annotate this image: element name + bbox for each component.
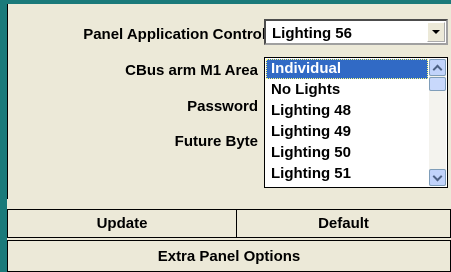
scrollbar-thumb[interactable] [429,77,446,91]
update-button[interactable]: Update [7,209,237,238]
chevron-down-icon [432,171,443,181]
panel-application-control-label: Panel Application Control [83,26,266,43]
password-label: Password [187,98,258,115]
chevron-up-icon [432,64,443,74]
list-item[interactable]: No Lights [266,80,428,100]
combo-dropdown-button[interactable] [427,22,445,42]
scroll-up-button[interactable] [429,59,446,76]
dropdown-list[interactable]: Individual No Lights Lighting 48 Lightin… [264,57,448,188]
list-item[interactable]: Lighting 51 [266,164,428,184]
triangle-down-icon [432,30,440,34]
extra-panel-options-button[interactable]: Extra Panel Options [7,240,451,272]
dropdown-scrollbar[interactable] [429,59,446,186]
list-item[interactable]: Lighting 49 [266,122,428,142]
default-button[interactable]: Default [236,209,451,238]
panel-application-combo[interactable]: Lighting 56 [264,19,448,45]
combo-selected-value: Lighting 56 [272,25,352,42]
list-item[interactable]: Lighting 50 [266,143,428,163]
future-byte-label: Future Byte [174,133,258,150]
list-item[interactable]: Lighting 48 [266,101,428,121]
scroll-down-button[interactable] [429,169,446,186]
cbus-arm-area-label: CBus arm M1 Area [125,62,258,79]
list-item[interactable]: Individual [266,59,428,79]
window-frame-left [0,0,7,272]
